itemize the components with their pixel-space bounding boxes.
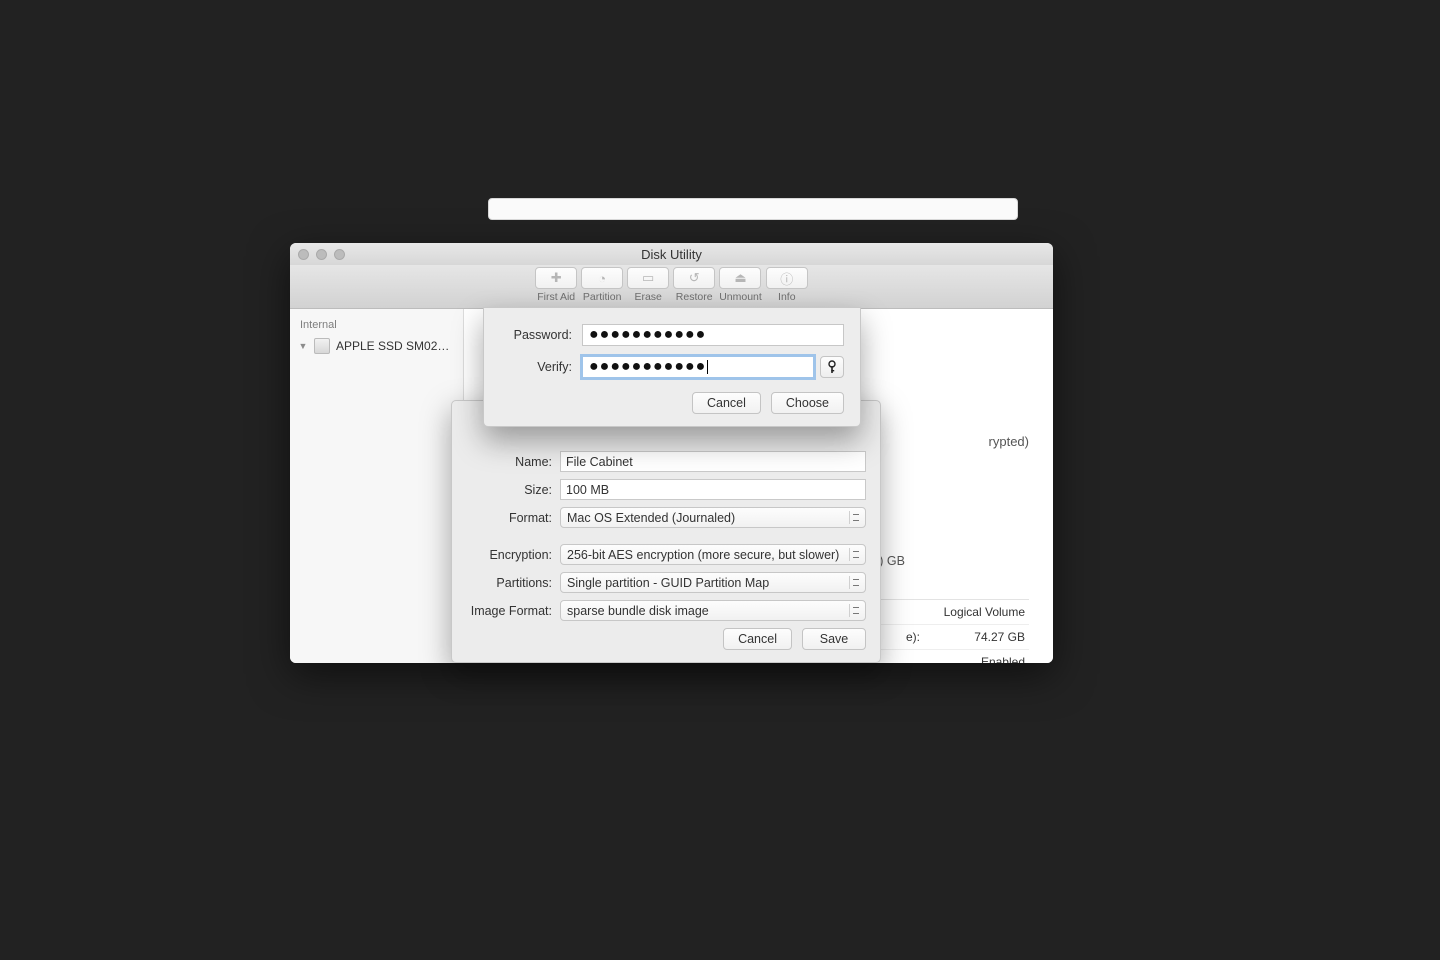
password-field[interactable]: ●●●●●●●●●●● (582, 324, 844, 346)
password-sheet: Password: ●●●●●●●●●●● Verify: ●●●●●●●●●●… (483, 307, 861, 427)
sidebar-item-disk[interactable]: ▼ APPLE SSD SM02… (290, 335, 463, 357)
verify-field[interactable]: ●●●●●●●●●●● (582, 356, 814, 378)
unmount-icon: ⏏ (719, 267, 761, 289)
new-image-sheet: Name: Size: Format: Mac OS Extended (Jou… (451, 400, 881, 663)
toolbar-restore[interactable]: ↺ Restore (673, 267, 715, 303)
location-popup[interactable] (488, 198, 1018, 220)
cancel-button[interactable]: Cancel (723, 628, 792, 650)
restore-icon: ↺ (673, 267, 715, 289)
pie-icon: ◔ (581, 267, 623, 289)
size-label: Size: (466, 483, 552, 497)
size-field[interactable] (560, 479, 866, 500)
partitions-select[interactable]: Single partition - GUID Partition Map (560, 572, 866, 593)
sidebar: Internal ▼ APPLE SSD SM02… (290, 309, 464, 663)
sidebar-item-label: APPLE SSD SM02… (336, 339, 449, 353)
sidebar-section-label: Internal (290, 315, 463, 335)
key-icon (826, 360, 838, 374)
image-format-select[interactable]: sparse bundle disk image (560, 600, 866, 621)
format-select[interactable]: Mac OS Extended (Journaled) (560, 507, 866, 528)
drive-icon (314, 338, 330, 354)
toolbar-label: Unmount (719, 291, 762, 303)
capacity-fragment: ) GB (879, 554, 905, 568)
choose-button[interactable]: Choose (771, 392, 844, 414)
toolbar: ✚ First Aid ◔ Partition ▭ Erase ↺ Restor… (290, 265, 1053, 309)
disclosure-triangle-icon[interactable]: ▼ (298, 341, 308, 351)
info-icon: ⓘ (766, 267, 808, 289)
encryption-select[interactable]: 256-bit AES encryption (more secure, but… (560, 544, 866, 565)
toolbar-label: Info (778, 291, 796, 303)
toolbar-partition[interactable]: ◔ Partition (581, 267, 623, 303)
format-label: Format: (466, 511, 552, 525)
titlebar[interactable]: Disk Utility (290, 243, 1053, 265)
volume-subtitle-fragment: rypted) (989, 434, 1029, 449)
toolbar-info[interactable]: ⓘ Info (766, 267, 808, 303)
toolbar-erase[interactable]: ▭ Erase (627, 267, 669, 303)
password-label: Password: (500, 328, 572, 342)
password-assistant-button[interactable] (820, 356, 844, 378)
toolbar-unmount[interactable]: ⏏ Unmount (719, 267, 762, 303)
text-caret (707, 360, 708, 374)
encryption-label: Encryption: (466, 548, 552, 562)
toolbar-label: Restore (676, 291, 713, 303)
window-title: Disk Utility (290, 247, 1053, 262)
stethoscope-icon: ✚ (535, 267, 577, 289)
save-button[interactable]: Save (802, 628, 866, 650)
name-field[interactable] (560, 451, 866, 472)
image-format-label: Image Format: (466, 604, 552, 618)
erase-icon: ▭ (627, 267, 669, 289)
toolbar-label: Partition (583, 291, 622, 303)
toolbar-label: First Aid (537, 291, 575, 303)
toolbar-label: Erase (634, 291, 661, 303)
name-label: Name: (466, 455, 552, 469)
cancel-button[interactable]: Cancel (692, 392, 761, 414)
toolbar-first-aid[interactable]: ✚ First Aid (535, 267, 577, 303)
partitions-label: Partitions: (466, 576, 552, 590)
verify-label: Verify: (500, 360, 572, 374)
